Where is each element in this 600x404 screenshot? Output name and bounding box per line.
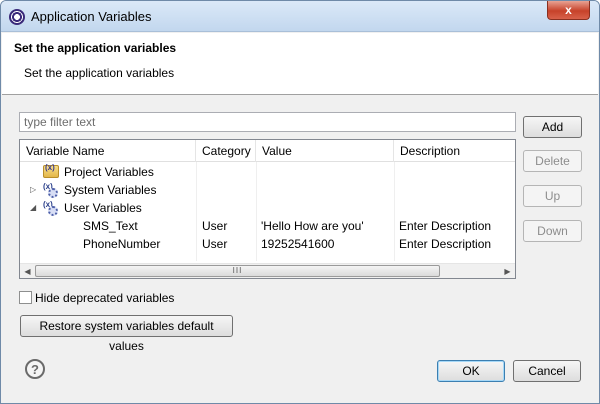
value-cell[interactable]: 19252541600 bbox=[261, 235, 392, 253]
ok-button[interactable]: OK bbox=[437, 360, 505, 382]
application-variables-dialog: Application Variables x Set the applicat… bbox=[0, 0, 600, 404]
tree-label: User Variables bbox=[64, 201, 142, 215]
tree-row-user-variables[interactable]: ◢ (x) User Variables bbox=[20, 199, 515, 217]
scroll-left-icon[interactable]: ◀ bbox=[20, 264, 35, 279]
variable-name-cell: SMS_Text bbox=[83, 219, 138, 233]
table-row[interactable]: PhoneNumber User 19252541600 Enter Descr… bbox=[20, 235, 515, 253]
column-header-description[interactable]: Description bbox=[394, 140, 515, 162]
horizontal-scrollbar[interactable]: ◀ III ▶ bbox=[20, 263, 515, 278]
collapse-arrow-icon[interactable]: ◢ bbox=[30, 199, 40, 217]
header-title: Set the application variables bbox=[14, 41, 177, 55]
project-variables-icon bbox=[43, 163, 59, 178]
variable-name-cell: PhoneNumber bbox=[83, 237, 161, 251]
expand-arrow-icon[interactable]: ▷ bbox=[30, 181, 40, 199]
value-cell[interactable]: 'Hello How are you' bbox=[261, 217, 392, 235]
down-button[interactable]: Down bbox=[523, 220, 582, 242]
column-header-value[interactable]: Value bbox=[256, 140, 394, 162]
tree-row-project-variables[interactable]: Project Variables bbox=[20, 163, 515, 181]
close-icon: x bbox=[565, 3, 572, 17]
system-variables-icon: (x) bbox=[43, 182, 59, 198]
header-subtitle: Set the application variables bbox=[24, 66, 175, 80]
table-header: Variable Name Category Value Description bbox=[20, 140, 515, 162]
add-button[interactable]: Add bbox=[523, 116, 582, 138]
tree-label: Project Variables bbox=[64, 165, 154, 179]
tree-label: System Variables bbox=[64, 183, 157, 197]
delete-button[interactable]: Delete bbox=[523, 150, 582, 172]
category-cell: User bbox=[202, 237, 228, 251]
column-header-variable-name[interactable]: Variable Name bbox=[20, 140, 196, 162]
up-button[interactable]: Up bbox=[523, 185, 582, 207]
variables-table[interactable]: Variable Name Category Value Description… bbox=[19, 139, 516, 279]
restore-defaults-button[interactable]: Restore system variables default values bbox=[20, 315, 233, 353]
dialog-header: Set the application variables Set the ap… bbox=[2, 33, 598, 95]
close-button[interactable]: x bbox=[547, 1, 590, 20]
hide-deprecated-label: Hide deprecated variables bbox=[35, 291, 175, 305]
table-row[interactable]: SMS_Text User 'Hello How are you' Enter … bbox=[20, 217, 515, 235]
filter-input[interactable] bbox=[19, 112, 516, 132]
window-title: Application Variables bbox=[31, 9, 152, 24]
user-variables-icon: (x) bbox=[43, 200, 59, 216]
tree-row-system-variables[interactable]: ▷ (x) System Variables bbox=[20, 181, 515, 199]
category-cell: User bbox=[202, 219, 228, 233]
help-icon[interactable]: ? bbox=[25, 359, 45, 379]
scroll-thumb[interactable]: III bbox=[35, 265, 440, 277]
column-header-category[interactable]: Category bbox=[196, 140, 256, 162]
description-cell[interactable]: Enter Description bbox=[399, 235, 514, 253]
eclipse-app-icon bbox=[9, 9, 25, 25]
description-cell[interactable]: Enter Description bbox=[399, 217, 514, 235]
scroll-right-icon[interactable]: ▶ bbox=[500, 264, 515, 279]
title-bar: Application Variables x bbox=[1, 1, 599, 32]
hide-deprecated-checkbox[interactable] bbox=[19, 291, 32, 304]
cancel-button[interactable]: Cancel bbox=[513, 360, 581, 382]
